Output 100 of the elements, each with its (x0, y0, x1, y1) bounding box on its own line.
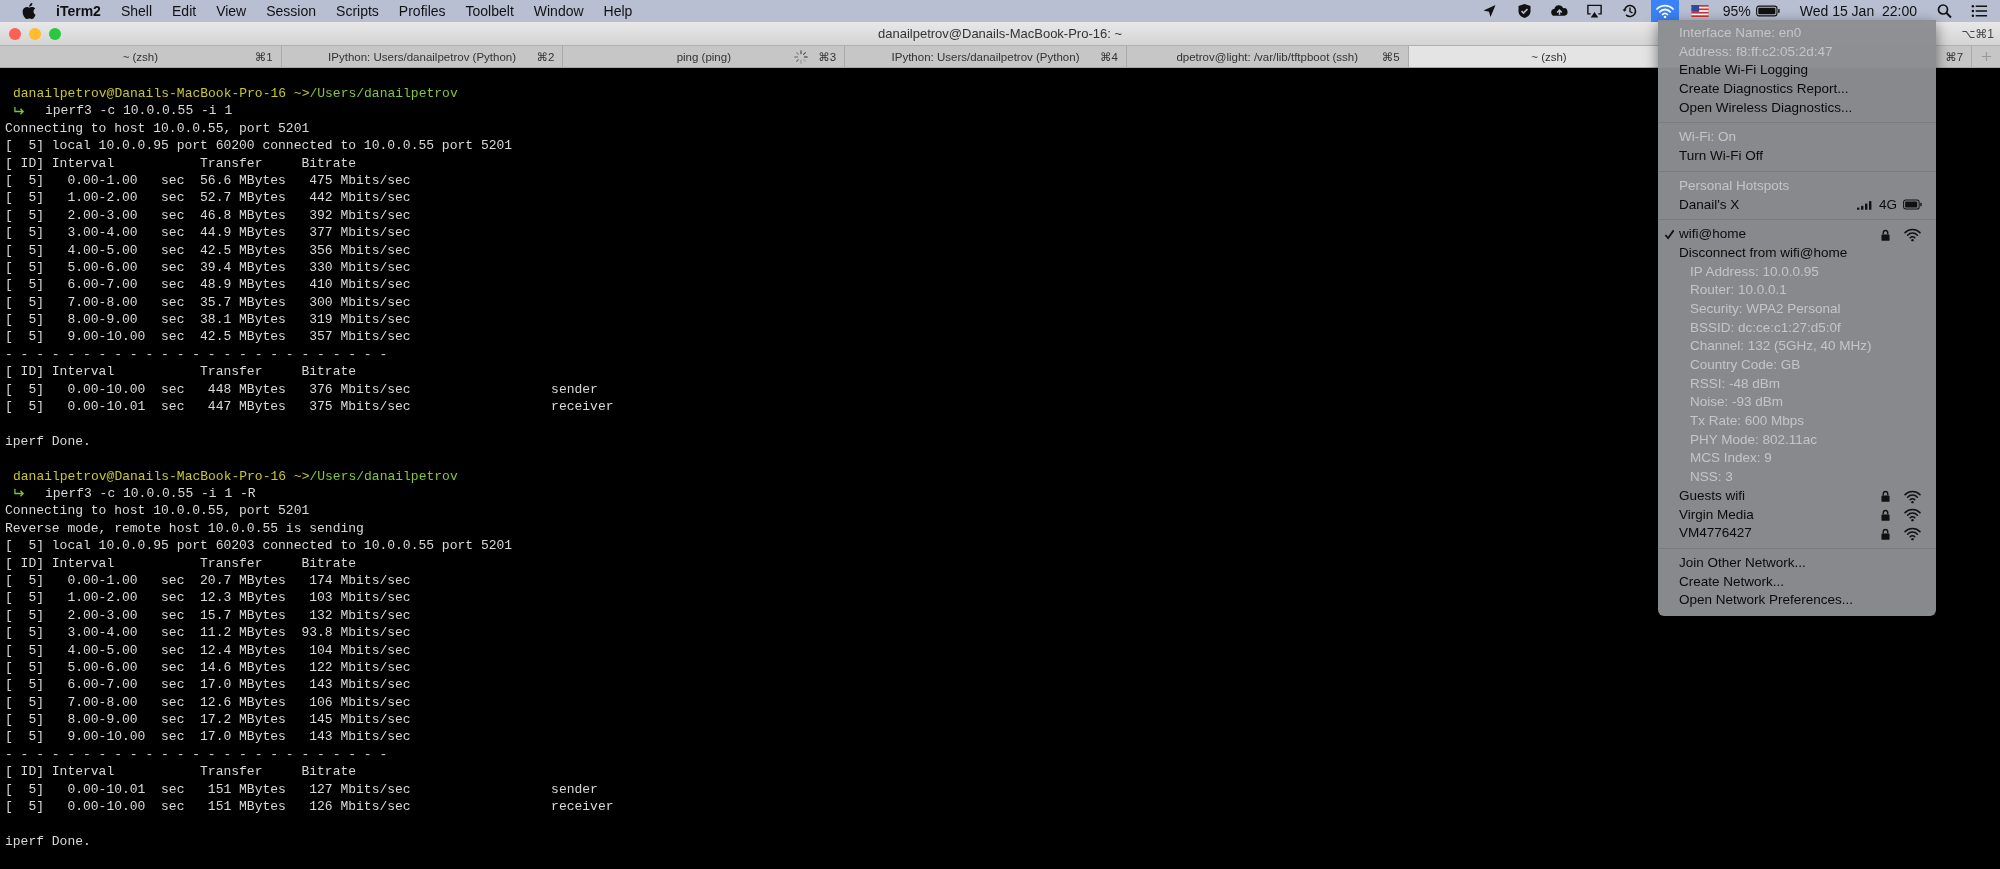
apple-logo-icon[interactable] (22, 3, 36, 19)
terminal-output: iperf Done. (5, 432, 91, 451)
menu-item[interactable]: Open Wireless Diagnostics... (1658, 98, 1936, 118)
menu-item: NSS: 3 (1689, 468, 1734, 487)
menu-item[interactable]: Window (533, 3, 584, 19)
airplay-icon[interactable] (1585, 3, 1603, 19)
plus-icon (1980, 51, 1992, 62)
prompt-path: /Users/danailpetrov (309, 85, 458, 103)
terminal-output: [ 5] local 10.0.0.95 port 60200 connected to 10.0.0.55 port 5201 (5, 137, 513, 155)
battery-icon (1903, 199, 1922, 211)
terminal-output: - - - - - - - - - - - - - - - - - - - - - - - - - (5, 345, 388, 364)
network-item[interactable]: wifi@home (1658, 225, 1936, 244)
list-icon[interactable] (1971, 3, 1988, 19)
terminal-output: [ 5] 4.00-5.00 sec 12.4 MBytes 104 Mbits/sec (5, 641, 411, 659)
terminal-output: [ 5] 0.00-10.01 sec 447 MBytes 375 Mbits/sec receiver (5, 398, 614, 416)
terminal-output: [ 5] 0.00-1.00 sec 20.7 MBytes 174 Mbits/sec (5, 571, 411, 590)
menu-item[interactable]: Disconnect from wifi@home (1658, 243, 1936, 263)
terminal-output: [ ID] Interval Transfer Bitrate (5, 763, 357, 781)
clock[interactable]: Wed 15 Jan 22:00 (1799, 3, 1917, 19)
terminal-output: [ 5] 8.00-9.00 sec 17.2 MBytes 145 Mbits/sec (5, 711, 411, 729)
terminal-output: [ 5] 5.00-6.00 sec 14.6 MBytes 122 Mbits/sec (5, 658, 411, 677)
terminal-output: [ 5] 1.00-2.00 sec 12.3 MBytes 103 Mbits/sec (5, 589, 411, 607)
terminal-output: [ 5] 6.00-7.00 sec 17.0 MBytes 143 Mbits/sec (5, 676, 411, 694)
terminal-output: [ 5] local 10.0.0.95 port 60203 connected to 10.0.0.55 port 5201 (5, 537, 513, 555)
terminal-output: [ 5] 4.00-5.00 sec 42.5 MBytes 356 Mbits/sec (5, 241, 411, 259)
menu-item: Noise: -93 dBm (1689, 393, 1785, 412)
cloud-upload-icon[interactable] (1550, 3, 1568, 19)
menu-item: Router: 10.0.0.1 (1689, 281, 1788, 300)
terminal-output: [ 5] 2.00-3.00 sec 46.8 MBytes 392 Mbits/sec (5, 206, 411, 225)
menu-item[interactable]: Toolbelt (465, 3, 514, 19)
terminal-output: [ 5] 1.00-2.00 sec 52.7 MBytes 442 Mbits/sec (5, 189, 411, 207)
network-item[interactable]: Guests wifi (1658, 486, 1936, 506)
terminal-output: [ 5] 5.00-6.00 sec 39.4 MBytes 330 Mbits/sec (5, 258, 411, 277)
terminal-output: Connecting to host 10.0.0.55, port 5201 (5, 502, 310, 520)
menu-item[interactable]: Help (603, 3, 633, 19)
prompt-user: danailpetrov@Danails-MacBook-Pro-16 ~> (13, 85, 310, 103)
menu-item[interactable]: Turn Wi-Fi Off (1658, 147, 1936, 166)
terminal-output: [ ID] Interval Transfer Bitrate (5, 363, 357, 381)
menu-item[interactable]: View (216, 3, 247, 19)
tab[interactable]: IPython: Users/danailpetrov (Python) ⌘4 (845, 46, 1127, 67)
menu-item[interactable]: Shell (120, 3, 152, 19)
wifi-signal-icon (1903, 507, 1922, 523)
terminal-output: [ 5] 0.00-1.00 sec 56.6 MBytes 475 Mbits/sec (5, 171, 411, 190)
network-item[interactable]: VM4776427 (1658, 524, 1936, 543)
menu-item[interactable]: Scripts (336, 3, 379, 19)
tab[interactable]: ~ (zsh) ⌘1 (0, 46, 282, 67)
terminal-output: [ 5] 7.00-8.00 sec 12.6 MBytes 106 Mbits/sec (5, 693, 411, 712)
tab[interactable]: IPython: Users/danailpetrov (Python) ⌘2 (281, 46, 564, 67)
battery-percentage: 95% (1722, 3, 1751, 19)
battery-icon[interactable] (1755, 5, 1780, 17)
menu-item[interactable]: Profiles (398, 3, 446, 19)
terminal-output: [ ID] Interval Transfer Bitrate (5, 554, 357, 572)
wifi-status-button[interactable] (1650, 0, 1679, 22)
terminal-output: [ 5] 6.00-7.00 sec 48.9 MBytes 410 Mbits/sec (5, 276, 411, 294)
menu-item[interactable]: Edit (172, 3, 197, 19)
menu-item: Personal Hotspots (1678, 176, 1791, 195)
terminal-output: iperf Done. (5, 832, 91, 851)
command-text: iperf3 -c 10.0.0.55 -i 1 (45, 102, 233, 120)
terminal-output: [ 5] 3.00-4.00 sec 44.9 MBytes 377 Mbits/sec (5, 224, 411, 242)
menu-item[interactable]: Create Diagnostics Report... (1658, 80, 1936, 99)
menu-item[interactable]: Create Network... (1658, 572, 1936, 592)
menu-item[interactable]: Join Other Network... (1658, 553, 1936, 573)
return-arrow-icon (13, 105, 26, 117)
clock-history-icon[interactable] (1620, 3, 1638, 19)
terminal-output: [ 5] 9.00-10.00 sec 42.5 MBytes 357 Mbits/sec (5, 328, 411, 346)
menu-item: Country Code: GB (1689, 356, 1802, 374)
menu-item: PHY Mode: 802.11ac (1689, 430, 1819, 449)
window-title: danailpetrov@Danails-MacBook-Pro-16: ~ (877, 26, 1123, 41)
search-icon[interactable] (1936, 3, 1953, 19)
terminal-output: [ 5] 2.00-3.00 sec 15.7 MBytes 132 Mbits/sec (5, 606, 411, 625)
menu-item: Tx Rate: 600 Mbps (1689, 412, 1806, 431)
terminal-output: [ ID] Interval Transfer Bitrate (5, 154, 357, 172)
checkmark-icon (1664, 229, 1675, 241)
menu-item: BSSID: dc:ce:c1:27:d5:0f (1689, 318, 1842, 337)
terminal-output: Reverse mode, remote host 10.0.0.55 is sending (5, 519, 364, 538)
terminal-output: - - - - - - - - - - - - - - - - - - - - - - - - - (5, 745, 388, 764)
terminal-output: [ 5] 0.00-10.00 sec 151 MBytes 126 Mbits/sec receiver (5, 798, 614, 816)
window-shortcut: ⌥⌘1 (1961, 26, 1994, 41)
flag-icon[interactable] (1690, 5, 1709, 17)
wifi-signal-icon (1903, 227, 1922, 243)
app-menu[interactable]: iTerm2 (56, 3, 101, 19)
terminal-output: [ 5] 8.00-9.00 sec 38.1 MBytes 319 Mbits/sec (5, 311, 411, 329)
menu-item[interactable]: Open Network Preferences... (1658, 591, 1936, 610)
wifi-signal-icon (1903, 526, 1922, 542)
hotspot-item[interactable]: Danail's X 4G (1658, 195, 1936, 215)
network-item[interactable]: Virgin Media (1658, 505, 1936, 525)
terminal-output: [ 5] 7.00-8.00 sec 35.7 MBytes 300 Mbits/sec (5, 293, 411, 312)
prompt-user: danailpetrov@Danails-MacBook-Pro-16 ~> (13, 467, 310, 485)
tab[interactable]: dpetrov@light: /var/lib/tftpboot (ssh) ⌘5 (1126, 46, 1409, 67)
command-text: iperf3 -c 10.0.0.55 -i 1 -R (45, 485, 256, 503)
tab[interactable]: ping (ping) ⌘3 (563, 46, 846, 67)
terminal-output: [ 5] 9.00-10.00 sec 17.0 MBytes 143 Mbits/sec (5, 728, 411, 746)
menu-item: Wi-Fi: On (1678, 128, 1737, 147)
menu-item: MCS Index: 9 (1689, 449, 1773, 468)
terminal-output: [ 5] 0.00-10.01 sec 151 MBytes 127 Mbits/sec sender (5, 780, 598, 799)
location-arrow-icon[interactable] (1480, 3, 1498, 19)
menu-item: Security: WPA2 Personal (1689, 299, 1842, 318)
signal-bars-icon (1857, 199, 1873, 210)
menu-item[interactable]: Session (266, 3, 317, 19)
prompt-path: /Users/danailpetrov (309, 467, 458, 485)
